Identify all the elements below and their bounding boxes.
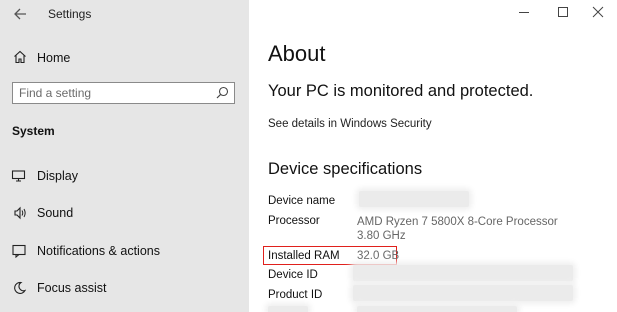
sidebar-item-label: Focus assist [37, 281, 107, 295]
back-button[interactable] [10, 5, 32, 23]
installed-ram-value: 32.0 GB [357, 250, 400, 262]
home-icon [14, 50, 26, 64]
search-icon[interactable] [216, 86, 229, 99]
processor-value: AMD Ryzen 7 5800X 8-Core Processor [357, 216, 558, 228]
specs-heading: Device specifications [268, 160, 423, 178]
monitor-icon [11, 170, 26, 182]
main-content: About Your PC is monitored and protected… [249, 0, 617, 312]
notifications-icon [12, 244, 26, 258]
system-type-value-cutoff [357, 306, 517, 312]
page-title: About [268, 41, 326, 66]
moon-icon [14, 281, 27, 294]
windows-security-link[interactable]: See details in Windows Security [268, 118, 432, 130]
device-id-label: Device ID [268, 269, 318, 281]
close-icon[interactable] [589, 5, 607, 19]
home-label: Home [37, 51, 71, 65]
system-type-label-cutoff [268, 306, 308, 312]
minimize-icon[interactable] [515, 5, 533, 19]
speaker-icon [14, 206, 26, 220]
device-id-value-redacted [353, 265, 573, 281]
processor-speed-value: 3.80 GHz [357, 230, 406, 242]
sidebar-item-label: Sound [37, 206, 74, 220]
installed-ram-label: Installed RAM [268, 250, 340, 262]
search-box[interactable] [12, 82, 235, 104]
processor-label: Processor [268, 215, 320, 227]
sidebar: Settings Home System Display Sound Notif… [0, 0, 249, 312]
product-id-value-redacted [353, 285, 573, 301]
window-title: Settings [48, 7, 92, 21]
protection-status: Your PC is monitored and protected. [268, 82, 534, 100]
device-name-value-redacted [359, 191, 469, 207]
section-header-system: System [12, 124, 55, 138]
sidebar-item-label: Notifications & actions [37, 244, 160, 258]
maximize-icon[interactable] [554, 5, 572, 19]
sidebar-item-label: Display [37, 169, 78, 183]
back-arrow-icon [14, 8, 26, 20]
product-id-label: Product ID [268, 289, 323, 301]
device-name-label: Device name [268, 195, 336, 207]
search-input[interactable] [19, 85, 209, 100]
